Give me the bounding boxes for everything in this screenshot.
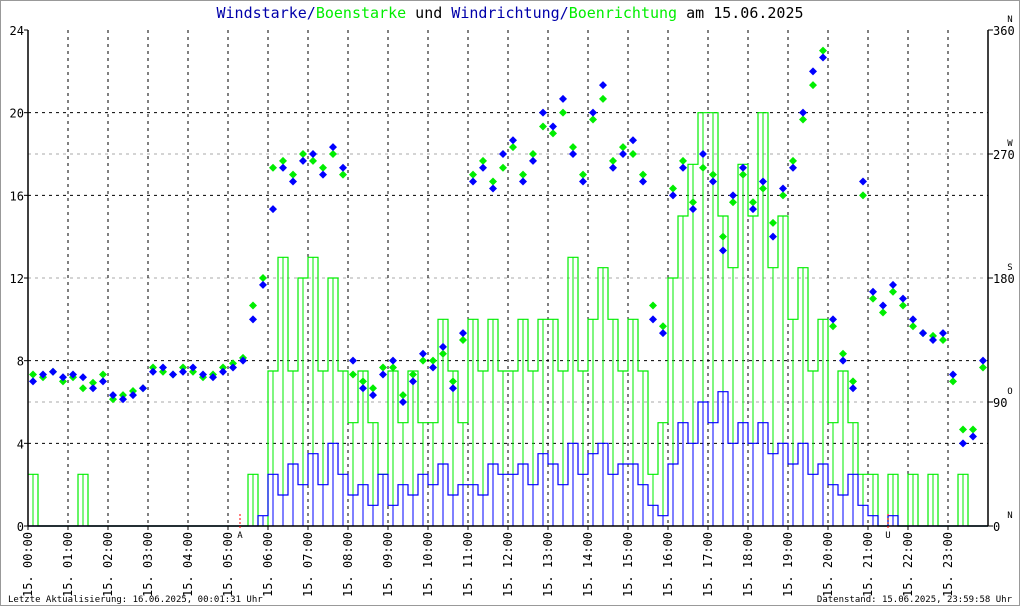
title-part: Boenstarke [316,4,406,22]
title-part: und [406,4,451,22]
x-tick-label: 15. 00:00 [21,532,35,597]
title-part: Windrichtung [451,4,559,22]
compass-label: W [1007,139,1013,149]
x-tick-label: 15. 01:00 [61,532,75,597]
y-tick-label-right: 0 [993,520,1000,534]
title-part: am 15.06.2025 [677,4,803,22]
x-tick-label: 15. 13:00 [541,532,555,597]
compass-label: O [1007,387,1012,397]
x-tick-label: 15. 15:00 [621,532,635,597]
y-tick-label-right: 270 [993,148,1015,162]
title-part: / [307,4,316,22]
y-tick-label-right: 180 [993,272,1015,286]
x-tick-label: 15. 18:00 [741,532,755,597]
y-tick-label-left: 8 [17,355,24,369]
x-tick-label: 15. 23:00 [941,532,955,597]
x-tick-label: 15. 04:00 [181,532,195,597]
chart-title: Windstarke/Boenstarke und Windrichtung/B… [216,4,803,22]
x-tick-label: 15. 17:00 [701,532,715,597]
y-tick-label-left: 16 [10,189,24,203]
sun-marker-label: U [885,531,890,541]
y-tick-label-right: 90 [993,396,1007,410]
x-tick-label: 15. 07:00 [301,532,315,597]
chart-border [0,0,1020,606]
x-tick-label: 15. 22:00 [901,532,915,597]
x-tick-label: 15. 02:00 [101,532,115,597]
y-tick-label-right: 360 [993,24,1015,38]
x-tick-label: 15. 08:00 [341,532,355,597]
footer-data-state: Datenstand: 15.06.2025, 23:59:58 Uhr [817,595,1013,605]
title-part: / [560,4,569,22]
sun-marker-label: A [237,531,243,541]
x-tick-label: 15. 09:00 [381,532,395,597]
compass-label: N [1007,511,1012,521]
y-tick-label-left: 20 [10,107,24,121]
y-tick-label-left: 24 [10,24,24,38]
y-tick-label-left: 0 [17,520,24,534]
x-tick-label: 15. 16:00 [661,532,675,597]
x-tick-label: 15. 03:00 [141,532,155,597]
x-tick-label: 15. 06:00 [261,532,275,597]
x-tick-label: 15. 14:00 [581,532,595,597]
x-tick-label: 15. 10:00 [421,532,435,597]
footer-last-update: Letzte Aktualisierung: 16.06.2025, 00:01… [8,595,263,605]
x-tick-label: 15. 19:00 [781,532,795,597]
x-tick-label: 15. 12:00 [501,532,515,597]
x-tick-label: 15. 20:00 [821,532,835,597]
y-tick-label-left: 12 [10,272,24,286]
wind-chart: Windstarke/Boenstarke und Windrichtung/B… [0,0,1020,606]
chart-container: Windstarke/Boenstarke und Windrichtung/B… [0,0,1020,606]
x-tick-label: 15. 21:00 [861,532,875,597]
y-tick-label-left: 4 [17,437,24,451]
compass-label: N [1007,15,1012,25]
x-tick-label: 15. 05:00 [221,532,235,597]
title-part: Windstarke [216,4,306,22]
compass-label: S [1007,263,1012,273]
x-tick-label: 15. 11:00 [461,532,475,597]
title-part: Boenrichtung [569,4,677,22]
